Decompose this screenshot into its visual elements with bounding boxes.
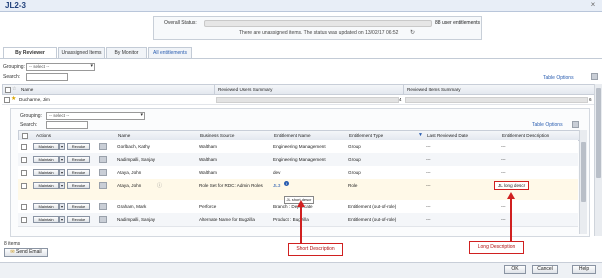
long-description-callout: Long Description — [469, 241, 524, 254]
send-email-label: Send Email — [16, 249, 42, 255]
email-icon: ✉ — [10, 249, 15, 255]
short-description-callout: Short Description — [288, 243, 343, 256]
help-button[interactable]: Help — [572, 265, 596, 274]
long-arrow-head — [507, 192, 515, 199]
items-count: 8 items — [4, 241, 21, 247]
cancel-button[interactable]: Cancel — [532, 265, 558, 274]
send-email-button[interactable]: ✉ Send Email — [4, 248, 48, 257]
short-arrow-head — [297, 200, 305, 207]
annotation-overlay — [297, 192, 515, 243]
ok-button[interactable]: OK — [504, 265, 526, 274]
